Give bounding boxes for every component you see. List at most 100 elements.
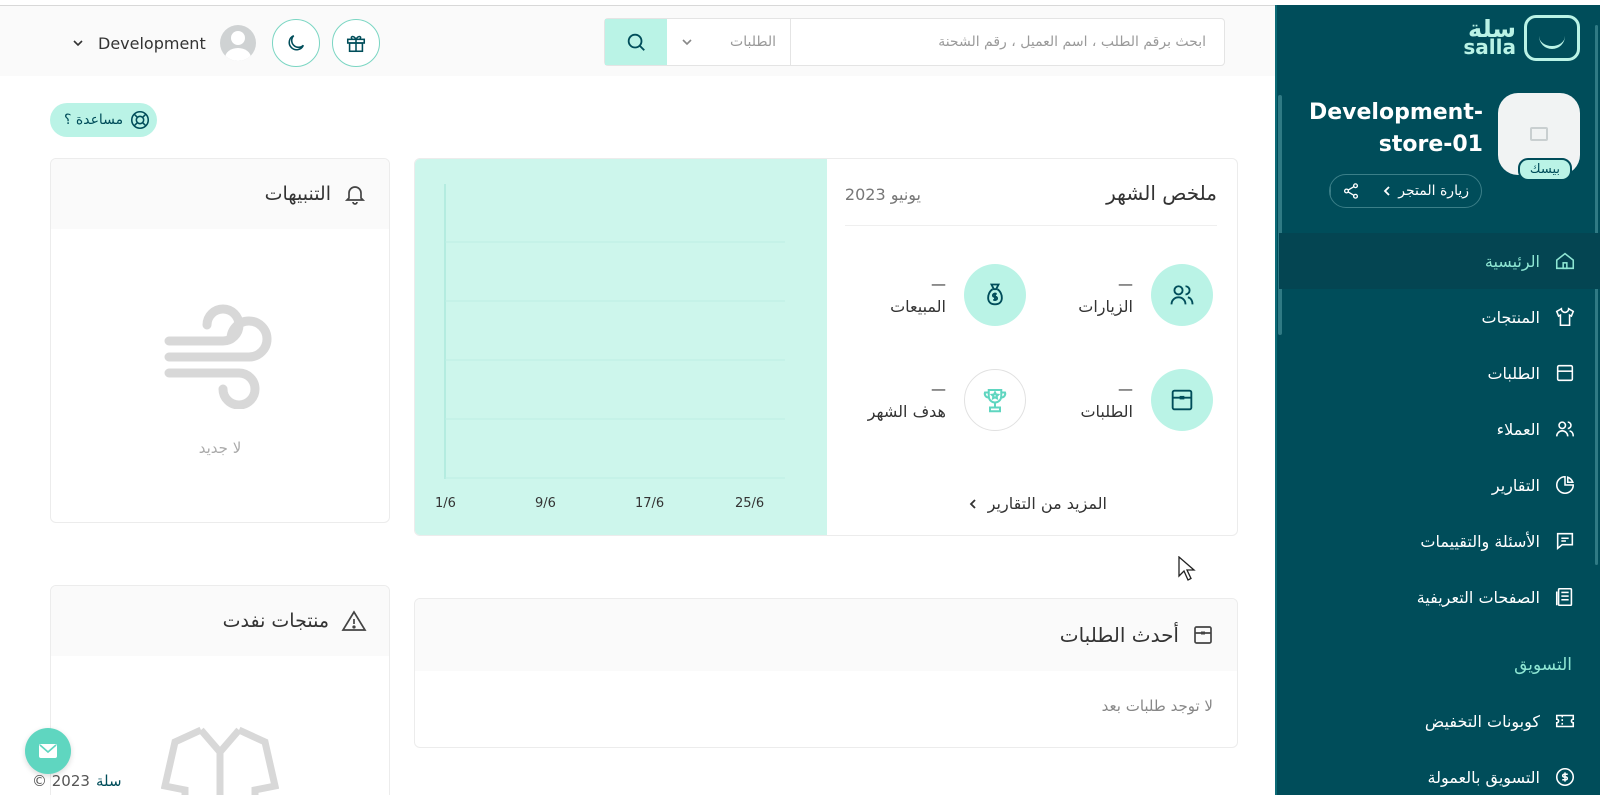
footer-copyright: © 2023 سلة [32,772,122,790]
chart-x-tick-label: 1/6 [435,496,456,511]
stat-goal: — هدف الشهر [868,369,1026,431]
sales-value: — [931,274,946,293]
share-icon [1343,183,1358,199]
message-icon [1556,532,1574,550]
ticket-icon [1555,714,1575,728]
summary-date: يونيو 2023 [844,185,921,204]
summary-chart: 1/6 9/6 17/6 25/6 [415,159,827,535]
mail-icon [39,744,57,758]
user-menu[interactable]: Development [72,25,256,61]
sidebar-item-questions-reviews[interactable]: الأسئلة والتقييمات [1279,513,1600,569]
out-of-stock-header: منتجات نفدت [51,586,389,656]
users-icon [1170,285,1194,305]
sales-icon-wrap [964,264,1026,326]
search-scope-select[interactable]: الطلبات [667,19,791,65]
document-icon [1555,587,1573,607]
help-button[interactable]: مساعدة ؟ [50,103,158,137]
visits-icon-wrap [1151,264,1213,326]
image-placeholder-icon [1530,127,1548,141]
visits-label: الزيارات [1078,296,1133,316]
money-bag-icon [987,283,1003,306]
alerts-card: التنبيهات لا جديد [50,158,390,523]
chart-svg: 1/6 9/6 17/6 25/6 [435,184,785,511]
logo-text-en: salla [1463,35,1516,59]
chevron-left-icon [969,498,976,509]
sidebar-item-label: التقارير [1491,475,1540,495]
avatar [219,25,256,61]
search-button[interactable] [605,19,667,65]
footer-brand[interactable]: سلة [96,772,122,790]
visit-store-button[interactable]: زيارة المتجر [1370,175,1481,207]
out-of-stock-title: منتجات نفدت [222,610,329,632]
shirt-icon [161,726,279,795]
chevron-down-icon [73,40,83,47]
moon-icon [288,34,305,51]
sidebar-item-customers[interactable]: العملاء [1279,401,1600,457]
search-input[interactable] [791,19,1224,65]
latest-orders-title: أحدث الطلبات [1059,623,1179,647]
bell-icon [344,186,366,205]
latest-orders-header: أحدث الطلبات [415,599,1237,671]
logo-mark [1524,15,1580,61]
warning-icon [341,610,367,631]
more-reports-link[interactable]: المزيد من التقارير [968,494,1107,513]
orders-icon-wrap [1151,369,1213,431]
stat-visits: — الزيارات [1078,264,1213,326]
goal-label: هدف الشهر [867,401,946,421]
help-label: مساعدة ؟ [64,112,124,128]
alerts-title: التنبيهات [264,183,331,205]
chevron-left-icon [1384,186,1390,196]
sidebar-nav: الرئيسية المنتجات الطلبات العملاء التقار… [1279,233,1600,795]
lifebuoy-icon [131,110,150,130]
sidebar-item-label: العملاء [1496,419,1540,439]
summary-title: ملخص الشهر [1106,181,1217,205]
sidebar-item-label: الأسئلة والتقييمات [1420,531,1540,551]
sidebar-item-label: الصفحات التعريفية [1416,587,1540,607]
stat-sales: — المبيعات [890,264,1026,326]
sidebar-section-marketing: التسويق [1514,655,1572,675]
gift-icon [346,35,366,53]
box-icon [1171,389,1193,411]
sidebar-item-affiliate[interactable]: التسويق بالعمولة [1279,749,1600,795]
alerts-empty: لا جديد [198,439,242,457]
latest-orders-card: أحدث الطلبات لا توجد طلبات بعد [414,598,1238,748]
chart-x-tick-label: 9/6 [535,496,556,511]
salla-logo[interactable]: سلة salla [1463,15,1580,61]
dark-mode-button[interactable] [272,19,320,67]
chart-x-tick-label: 17/6 [635,496,664,511]
sidebar-item-orders[interactable]: الطلبات [1279,345,1600,401]
trophy-icon [983,389,1007,413]
sidebar-item-coupons[interactable]: كوبونات التخفيض [1279,693,1600,749]
user-name: Development [98,33,206,53]
share-button[interactable] [1330,175,1370,207]
contact-button[interactable] [25,728,71,774]
goal-icon-wrap [964,369,1026,431]
search-scope-label: الطلبات [730,34,776,50]
visit-store-label: زيارة المتجر [1398,183,1469,199]
visits-value: — [1118,274,1133,293]
orders-label: الطلبات [1080,401,1133,421]
gift-button[interactable] [332,19,380,67]
latest-orders-empty: لا توجد طلبات بعد [1101,697,1213,715]
top-header: الطلبات Development [0,6,1275,76]
sidebar-item-reports[interactable]: التقارير [1279,457,1600,513]
store-actions: زيارة المتجر [1329,174,1482,208]
users-icon [1555,421,1575,437]
sidebar-item-label: الطلبات [1487,363,1540,383]
month-summary-card: 1/6 9/6 17/6 25/6 ملخص الشهر يونيو 2023 — ا… [414,158,1238,536]
box-icon [1556,364,1574,382]
alerts-header: التنبيهات [51,159,389,229]
sidebar-item-label: الرئيسية [1484,251,1540,271]
sidebar-border [1275,5,1277,795]
home-icon [1555,252,1575,270]
sidebar-item-label: المنتجات [1481,307,1541,327]
copyright-text: © 2023 [32,772,90,790]
sidebar-item-products[interactable]: المنتجات [1279,289,1600,345]
sidebar-item-home[interactable]: الرئيسية [1279,233,1600,289]
dollar-icon [1555,767,1575,787]
sidebar-item-pages[interactable]: الصفحات التعريفية [1279,569,1600,625]
sales-label: المبيعات [890,296,946,316]
sidebar: سلة salla بيسك Development-store-01 زيار… [1275,5,1600,795]
more-reports-label: المزيد من التقارير [987,494,1107,513]
shirt-icon [1555,307,1575,327]
